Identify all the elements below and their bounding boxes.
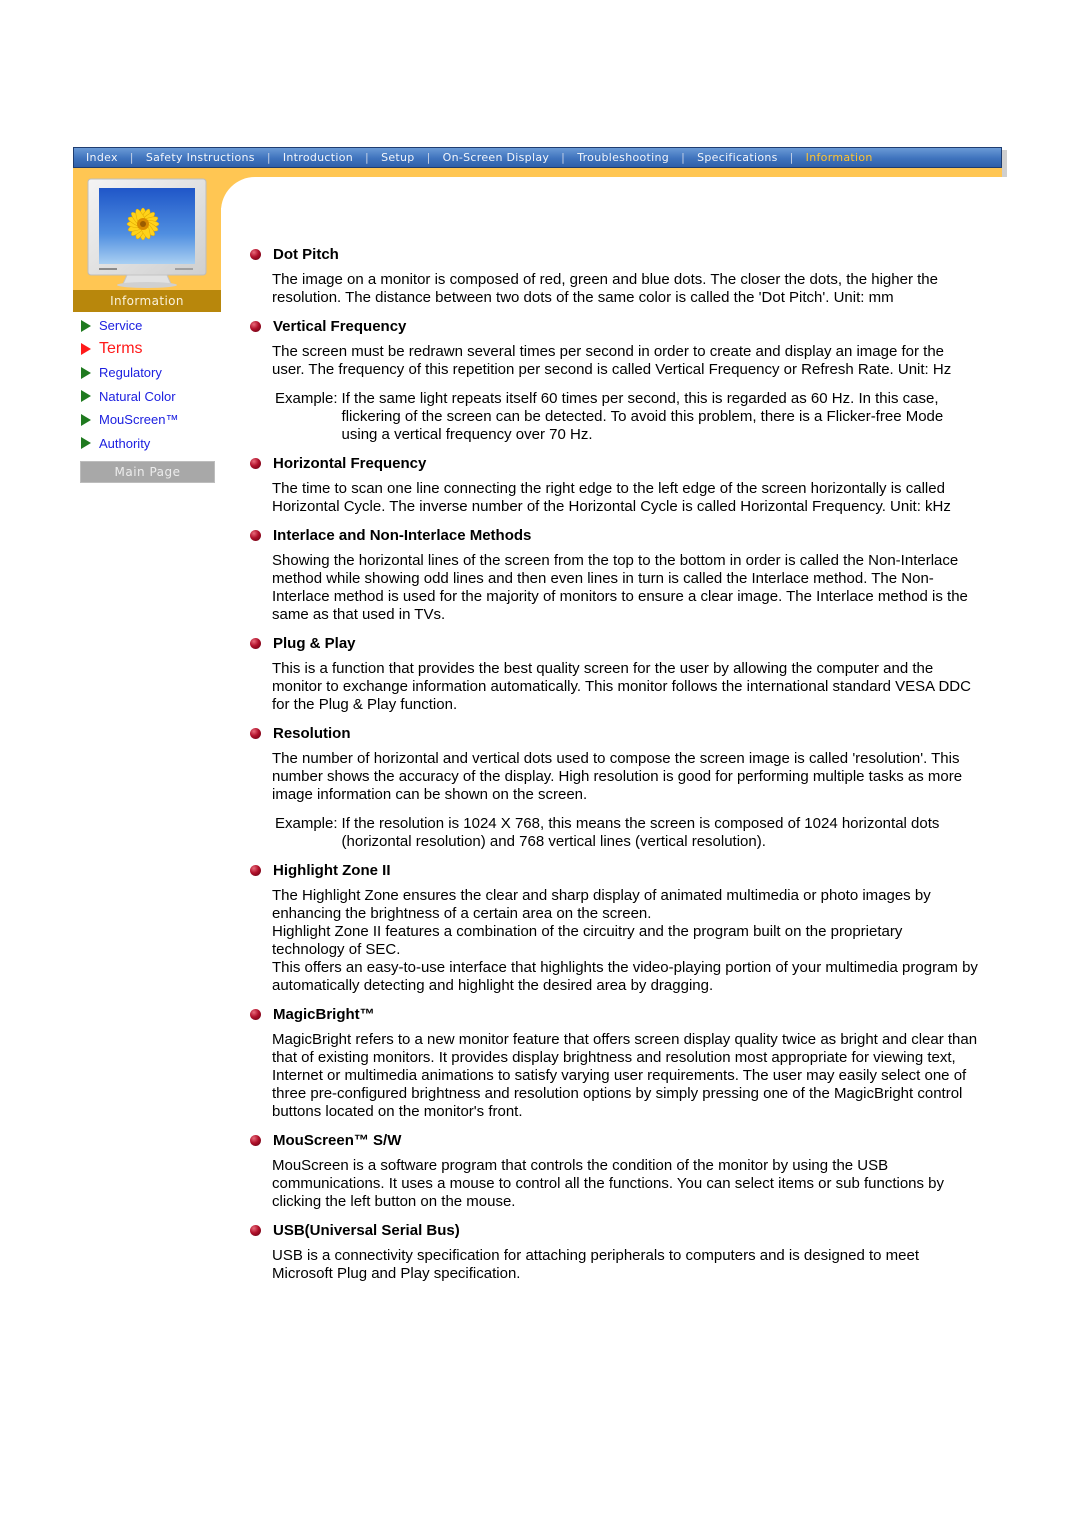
section-title: Dot Pitch (273, 245, 339, 263)
section-paragraph: This offers an easy-to-use interface tha… (272, 959, 978, 994)
sidebar-item-label: MouScreen™ (99, 412, 179, 428)
arrow-right-icon (81, 343, 91, 356)
nav-item-specifications[interactable]: Specifications (697, 151, 778, 164)
nav-separator: | (129, 151, 134, 164)
section-paragraph: Highlight Zone II features a combination… (272, 923, 903, 958)
sidebar-item-authority[interactable]: Authority (81, 432, 221, 456)
nav-separator: | (561, 151, 566, 164)
bullet-icon (250, 637, 261, 649)
nav-item-information[interactable]: Information (806, 151, 873, 164)
bullet-icon (250, 864, 261, 876)
section-title: Highlight Zone II (273, 861, 391, 879)
nav-item-setup[interactable]: Setup (381, 151, 415, 164)
arrow-right-icon (81, 413, 91, 426)
sidebar-item-mouscreen[interactable]: MouScreen™ (81, 408, 221, 432)
main-page-button[interactable]: Main Page (80, 461, 215, 483)
sidebar-item-label: Authority (99, 435, 151, 451)
bullet-icon (250, 1134, 261, 1146)
example-label: Example: (275, 390, 338, 407)
arrow-right-icon (81, 366, 91, 379)
example-block: Example: If the resolution is 1024 X 768… (275, 815, 979, 851)
arrow-right-icon (81, 437, 91, 450)
section-title: USB(Universal Serial Bus) (273, 1221, 460, 1239)
section-paragraph: The screen must be redrawn several times… (272, 343, 952, 378)
nav-item-introduction[interactable]: Introduction (283, 151, 353, 164)
arrow-right-icon (81, 319, 91, 332)
section-title: MouScreen™ S/W (273, 1131, 402, 1149)
nav-separator: | (789, 151, 794, 164)
section-paragraph: The Highlight Zone ensures the clear and… (272, 887, 931, 922)
section-title: Horizontal Frequency (273, 454, 427, 472)
section-paragraph: MouScreen is a software program that con… (272, 1157, 945, 1210)
bullet-icon (250, 248, 261, 260)
bullet-icon (250, 1008, 261, 1020)
content-corner-curve (221, 177, 281, 237)
section-usb: USB(Universal Serial Bus) USB is a conne… (249, 1220, 979, 1283)
section-interlace-methods: Interlace and Non-Interlace Methods Show… (249, 525, 979, 624)
section-vertical-frequency: Vertical Frequency The screen must be re… (249, 316, 979, 444)
section-dot-pitch: Dot Pitch The image on a monitor is comp… (249, 244, 979, 307)
bullet-icon (250, 529, 261, 541)
nav-separator: | (681, 151, 686, 164)
sidebar-item-natural-color[interactable]: Natural Color (81, 385, 221, 409)
section-highlight-zone: Highlight Zone II The Highlight Zone ens… (249, 860, 979, 995)
top-navigation-bar: Index | Safety Instructions | Introducti… (73, 147, 1002, 168)
section-title: Vertical Frequency (273, 317, 407, 335)
nav-item-troubleshooting[interactable]: Troubleshooting (577, 151, 669, 164)
section-plug-and-play: Plug & Play This is a function that prov… (249, 633, 979, 714)
sidebar-item-regulatory[interactable]: Regulatory (81, 361, 221, 385)
example-label: Example: (275, 815, 338, 832)
section-title: MagicBright™ (273, 1005, 375, 1023)
arrow-right-icon (81, 390, 91, 403)
bullet-icon (250, 457, 261, 469)
bullet-icon (250, 320, 261, 332)
section-magicbright: MagicBright™ MagicBright refers to a new… (249, 1004, 979, 1121)
monitor-flower-image (87, 178, 207, 288)
sidebar-item-terms[interactable]: Terms (81, 338, 221, 362)
section-resolution: Resolution The number of horizontal and … (249, 723, 979, 851)
terms-content: Dot Pitch The image on a monitor is comp… (249, 244, 979, 1292)
section-paragraph: The number of horizontal and vertical do… (272, 750, 963, 803)
section-horizontal-frequency: Horizontal Frequency The time to scan on… (249, 453, 979, 516)
nav-shadow (1002, 150, 1007, 177)
nav-item-index[interactable]: Index (86, 151, 118, 164)
nav-separator: | (266, 151, 271, 164)
bullet-icon (250, 1224, 261, 1236)
sidebar-item-label: Regulatory (99, 365, 162, 381)
section-paragraph: The time to scan one line connecting the… (272, 480, 951, 515)
example-text: If the resolution is 1024 X 768, this me… (341, 815, 940, 850)
sidebar-item-label: Service (99, 318, 143, 334)
example-text: If the same light repeats itself 60 time… (341, 390, 944, 443)
section-title: Plug & Play (273, 634, 356, 652)
section-paragraph: MagicBright refers to a new monitor feat… (272, 1031, 978, 1120)
section-paragraph: This is a function that provides the bes… (272, 660, 971, 713)
sidebar-item-label: Natural Color (99, 388, 176, 404)
section-paragraph: Showing the horizontal lines of the scre… (272, 552, 968, 623)
section-title: Resolution (273, 724, 351, 742)
section-title: Interlace and Non-Interlace Methods (273, 526, 532, 544)
nav-item-safety-instructions[interactable]: Safety Instructions (146, 151, 255, 164)
nav-separator: | (365, 151, 370, 164)
sidebar-item-service[interactable]: Service (81, 314, 221, 338)
sidebar-item-label: Terms (99, 340, 143, 358)
information-section-label: Information (73, 290, 221, 312)
sidebar-links: Service Terms Regulatory Natural Color M… (81, 314, 221, 455)
section-mouscreen-sw: MouScreen™ S/W MouScreen is a software p… (249, 1130, 979, 1211)
nav-separator: | (426, 151, 431, 164)
example-block: Example: If the same light repeats itsel… (275, 390, 979, 444)
section-paragraph: USB is a connectivity specification for … (272, 1247, 920, 1282)
bullet-icon (250, 727, 261, 739)
nav-item-on-screen-display[interactable]: On-Screen Display (443, 151, 550, 164)
section-paragraph: The image on a monitor is composed of re… (272, 271, 938, 306)
